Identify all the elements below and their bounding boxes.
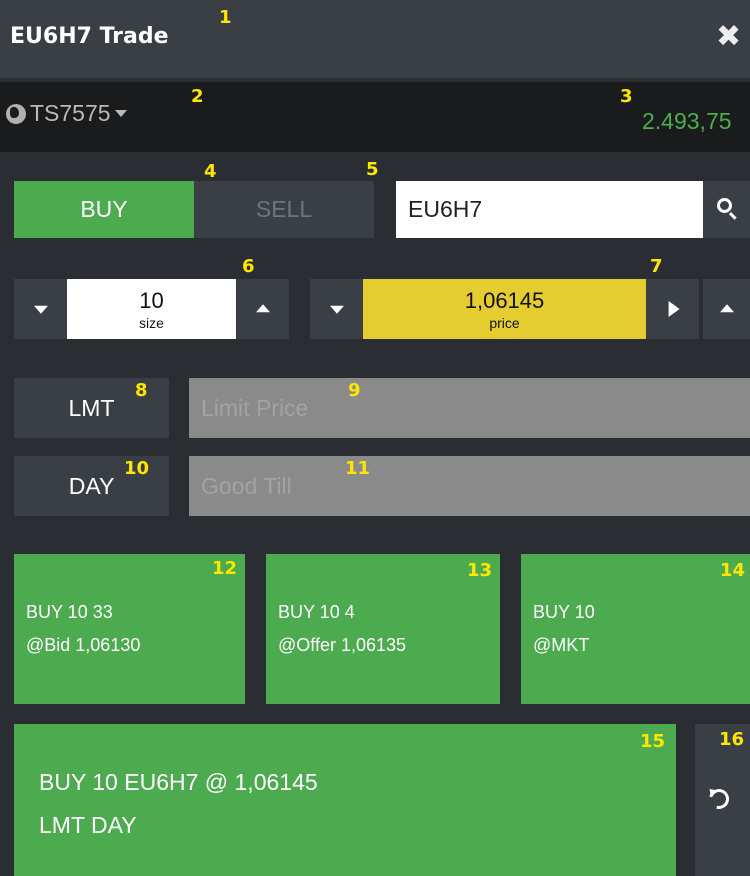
marker-14: 14 <box>720 560 746 581</box>
quick-buy-bid-button[interactable]: BUY 10 33 @Bid 1,06130 <box>14 554 245 704</box>
marker-2: 2 <box>191 86 204 107</box>
size-stepper[interactable]: 10 size <box>67 279 236 339</box>
marker-3: 3 <box>620 86 633 107</box>
submit-line1: BUY 10 EU6H7 @ 1,06145 <box>39 769 318 795</box>
quick-order-line1: BUY 10 4 <box>278 602 355 622</box>
search-icon <box>717 198 732 213</box>
quick-order-line2: @Bid 1,06130 <box>26 635 141 655</box>
size-decrement-button[interactable] <box>14 279 67 339</box>
price-label: price <box>489 315 520 331</box>
play-icon <box>668 301 680 317</box>
account-balance: 2.493,75 <box>642 108 732 134</box>
order-type-label: LMT <box>68 394 115 421</box>
buy-button[interactable]: BUY <box>14 181 194 238</box>
account-selector[interactable]: TS7575 <box>6 100 127 127</box>
quick-buy-market-button[interactable]: BUY 10 @MKT <box>521 554 750 704</box>
price-play-button[interactable] <box>646 279 699 339</box>
globe-icon <box>6 103 26 124</box>
good-till-input[interactable] <box>189 456 750 516</box>
size-value: 10 <box>139 288 164 313</box>
caret-down-icon <box>114 110 127 117</box>
tif-label: DAY <box>68 472 115 499</box>
submit-order-button[interactable]: BUY 10 EU6H7 @ 1,06145 LMT DAY <box>14 724 676 876</box>
window-title: EU6H7 Trade <box>10 24 169 49</box>
quick-order-line1: BUY 10 33 <box>26 602 113 622</box>
marker-8: 8 <box>135 380 148 401</box>
chevron-up-icon <box>255 304 270 313</box>
chevron-down-icon <box>329 305 344 314</box>
quick-order-line2: @Offer 1,06135 <box>278 635 407 655</box>
marker-5: 5 <box>366 159 379 180</box>
account-id: TS7575 <box>30 100 111 126</box>
search-button[interactable] <box>703 181 750 238</box>
submit-line2: LMT DAY <box>39 812 137 838</box>
price-increment-button[interactable] <box>703 279 750 339</box>
close-icon[interactable]: ✖ <box>716 22 741 52</box>
marker-10: 10 <box>124 458 150 479</box>
quick-order-line1: BUY 10 <box>533 602 595 622</box>
chevron-down-icon <box>33 305 48 314</box>
marker-15: 15 <box>640 731 666 752</box>
marker-1: 1 <box>219 7 232 28</box>
marker-11: 11 <box>345 458 371 479</box>
sell-button[interactable]: SELL <box>194 181 374 238</box>
marker-9: 9 <box>348 380 361 401</box>
size-label: size <box>139 315 164 331</box>
marker-7: 7 <box>650 256 663 277</box>
marker-16: 16 <box>719 729 745 750</box>
quick-order-line2: @MKT <box>533 635 590 655</box>
marker-12: 12 <box>212 558 238 579</box>
limit-price-input[interactable] <box>189 378 750 438</box>
quick-buy-offer-button[interactable]: BUY 10 4 @Offer 1,06135 <box>266 554 500 704</box>
chevron-up-icon <box>719 304 734 313</box>
size-increment-button[interactable] <box>236 279 289 339</box>
price-value: 1,06145 <box>464 288 545 313</box>
symbol-search-input[interactable] <box>396 181 703 238</box>
marker-13: 13 <box>467 560 493 581</box>
marker-4: 4 <box>204 161 217 182</box>
marker-6: 6 <box>242 256 255 277</box>
price-stepper[interactable]: 1,06145 price <box>363 279 646 339</box>
price-decrement-button[interactable] <box>310 279 363 339</box>
